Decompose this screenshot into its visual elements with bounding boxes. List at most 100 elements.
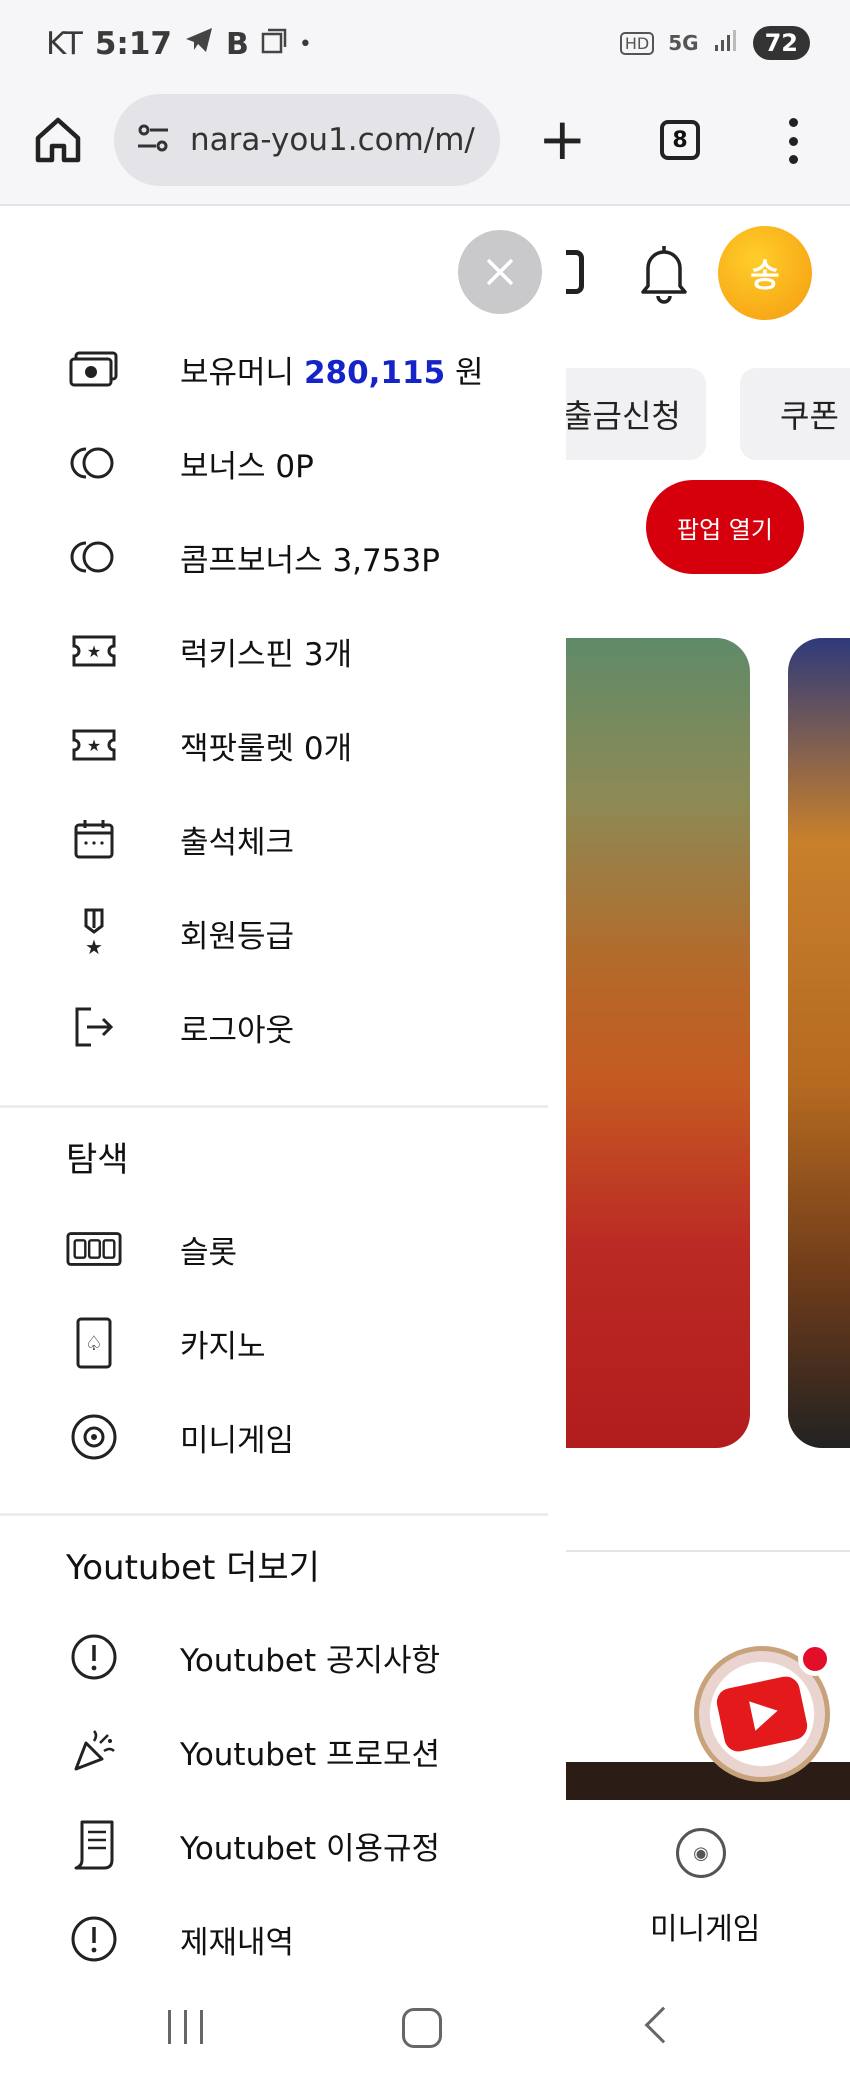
system-home-icon[interactable]	[402, 2008, 442, 2048]
membership-level-label: 회원등급	[180, 918, 295, 955]
menu-item-terms[interactable]: Youtubet 이용규정	[0, 1798, 548, 1892]
copy-icon	[261, 26, 287, 62]
menu-item-logout[interactable]: 로그아웃	[0, 980, 548, 1074]
balance-amount: 280,115	[303, 354, 446, 391]
coins-icon	[66, 529, 122, 585]
section-divider	[566, 1550, 850, 1552]
balance-prefix: 보유머니	[180, 354, 304, 391]
notice-icon	[66, 1629, 122, 1685]
status-right: HD 5G 72	[619, 26, 810, 60]
slot-label: 슬롯	[180, 1234, 238, 1271]
site-settings-icon[interactable]	[136, 122, 172, 158]
avatar[interactable]: 송	[718, 226, 812, 320]
telegram-icon	[184, 26, 214, 62]
close-icon	[486, 258, 514, 286]
slot-icon	[66, 1221, 122, 1277]
menu-item-bonus[interactable]: 보너스 0P	[0, 416, 548, 510]
chip-icon	[66, 1409, 122, 1465]
balance-suffix: 원	[445, 354, 484, 391]
document-icon	[66, 1817, 122, 1873]
menu-item-attendance[interactable]: 출석체크	[0, 792, 548, 886]
balance-label: 보유머니 280,115 원	[180, 347, 484, 392]
open-popup-button[interactable]: 팝업 열기	[646, 480, 804, 574]
ticket-icon: ★	[66, 717, 122, 773]
recent-apps-icon[interactable]	[168, 2010, 203, 2044]
coins-icon	[66, 435, 122, 491]
bonus-label: 보너스 0P	[180, 448, 314, 485]
comp-bonus-label: 콤프보너스 3,753P	[180, 542, 440, 579]
menu-item-lucky-spin[interactable]: ★ 럭키스핀 3개	[0, 604, 548, 698]
more-menu-icon[interactable]	[788, 118, 798, 164]
background-page: 송 출금신청 쿠폰 팝업 열기 ◉ 미니게임	[566, 208, 850, 1988]
carrier: KT	[46, 26, 83, 62]
close-drawer-button[interactable]	[458, 230, 542, 314]
minigame-icon[interactable]: ◉	[676, 1828, 726, 1878]
signal-icon	[713, 29, 739, 58]
address-bar[interactable]: nara-you1.com/m/	[114, 94, 500, 186]
menu-item-comp-bonus[interactable]: 콤프보너스 3,753P	[0, 510, 548, 604]
url-text: nara-you1.com/m/	[190, 122, 475, 158]
menu-item-notice[interactable]: Youtubet 공지사항	[0, 1610, 548, 1704]
drawer-divider-2	[0, 1513, 548, 1516]
notice-icon	[66, 1911, 122, 1967]
battery-level: 72	[752, 26, 810, 60]
system-nav-bar	[0, 1988, 850, 2078]
status-left: KT 5:17 B •	[46, 26, 312, 62]
terms-label: Youtubet 이용규정	[180, 1830, 441, 1867]
attendance-label: 출석체크	[180, 824, 295, 861]
menu-item-balance[interactable]: 보유머니 280,115 원	[0, 322, 548, 416]
notification-dot-icon: •	[298, 31, 312, 57]
browser-toolbar: nara-you1.com/m/ + 8	[0, 88, 850, 206]
camera-icon[interactable]	[566, 250, 584, 294]
menu-item-slot[interactable]: 슬롯	[0, 1202, 548, 1296]
calendar-icon	[66, 811, 122, 867]
notification-badge	[798, 1642, 832, 1676]
svg-text:★: ★	[87, 642, 101, 661]
tab-switcher-button[interactable]: 8	[660, 120, 700, 160]
clock: 5:17	[94, 26, 172, 62]
party-icon	[66, 1723, 122, 1779]
bell-icon[interactable]	[638, 242, 690, 308]
new-tab-icon[interactable]: +	[538, 110, 587, 168]
ticket-icon: ★	[66, 623, 122, 679]
status-bar: KT 5:17 B • HD 5G 72	[0, 0, 850, 88]
back-icon[interactable]	[644, 2006, 682, 2044]
casino-label: 카지노	[180, 1328, 266, 1365]
jackpot-roulette-label: 잭팟룰렛 0개	[180, 730, 353, 767]
menu-item-membership-level[interactable]: ★ 회원등급	[0, 886, 548, 980]
promotion-label: Youtubet 프로모션	[180, 1736, 441, 1773]
minigame-label: 미니게임	[180, 1422, 295, 1459]
screen: KT 5:17 B • HD 5G 72 nara-you1.com/m/ + …	[0, 0, 850, 2078]
b-app-icon: B	[225, 26, 249, 62]
svg-text:♤: ♤	[85, 1331, 103, 1355]
withdraw-chip[interactable]: 출금신청	[566, 368, 706, 460]
menu-item-promotion[interactable]: Youtubet 프로모션	[0, 1704, 548, 1798]
minigame-tab-label[interactable]: 미니게임	[650, 1904, 760, 1948]
notice-label: Youtubet 공지사항	[180, 1642, 441, 1679]
medal-icon: ★	[66, 905, 122, 961]
lucky-spin-label: 럭키스핀 3개	[180, 636, 353, 673]
menu-item-minigame[interactable]: 미니게임	[0, 1390, 548, 1484]
more-section-title: Youtubet 더보기	[66, 1548, 320, 1588]
side-drawer: 보유머니 280,115 원 보너스 0P 콤프보너스 3,753P ★ 럭키스…	[0, 208, 548, 1988]
card-icon: ♤	[66, 1315, 122, 1371]
explore-section-title: 탐색	[66, 1140, 129, 1180]
home-icon[interactable]	[30, 112, 86, 168]
logout-label: 로그아웃	[180, 1012, 295, 1049]
sanctions-label: 제재내역	[180, 1924, 295, 1961]
network-type: 5G	[668, 31, 699, 55]
menu-item-jackpot-roulette[interactable]: ★ 잭팟룰렛 0개	[0, 698, 548, 792]
menu-item-sanctions[interactable]: 제재내역	[0, 1892, 548, 1986]
coupon-chip[interactable]: 쿠폰	[740, 368, 850, 460]
wallet-icon	[66, 341, 122, 397]
logout-icon	[66, 999, 122, 1055]
promo-banner-image-2[interactable]	[788, 638, 850, 1448]
hd-voice-icon: HD	[619, 31, 655, 55]
menu-item-casino[interactable]: ♤ 카지노	[0, 1296, 548, 1390]
play-icon	[714, 1673, 810, 1755]
promo-banner-image[interactable]	[566, 638, 750, 1448]
svg-text:★: ★	[85, 935, 103, 958]
drawer-divider-1	[0, 1105, 548, 1108]
svg-text:★: ★	[87, 736, 101, 755]
banner-strip	[566, 1762, 850, 1800]
